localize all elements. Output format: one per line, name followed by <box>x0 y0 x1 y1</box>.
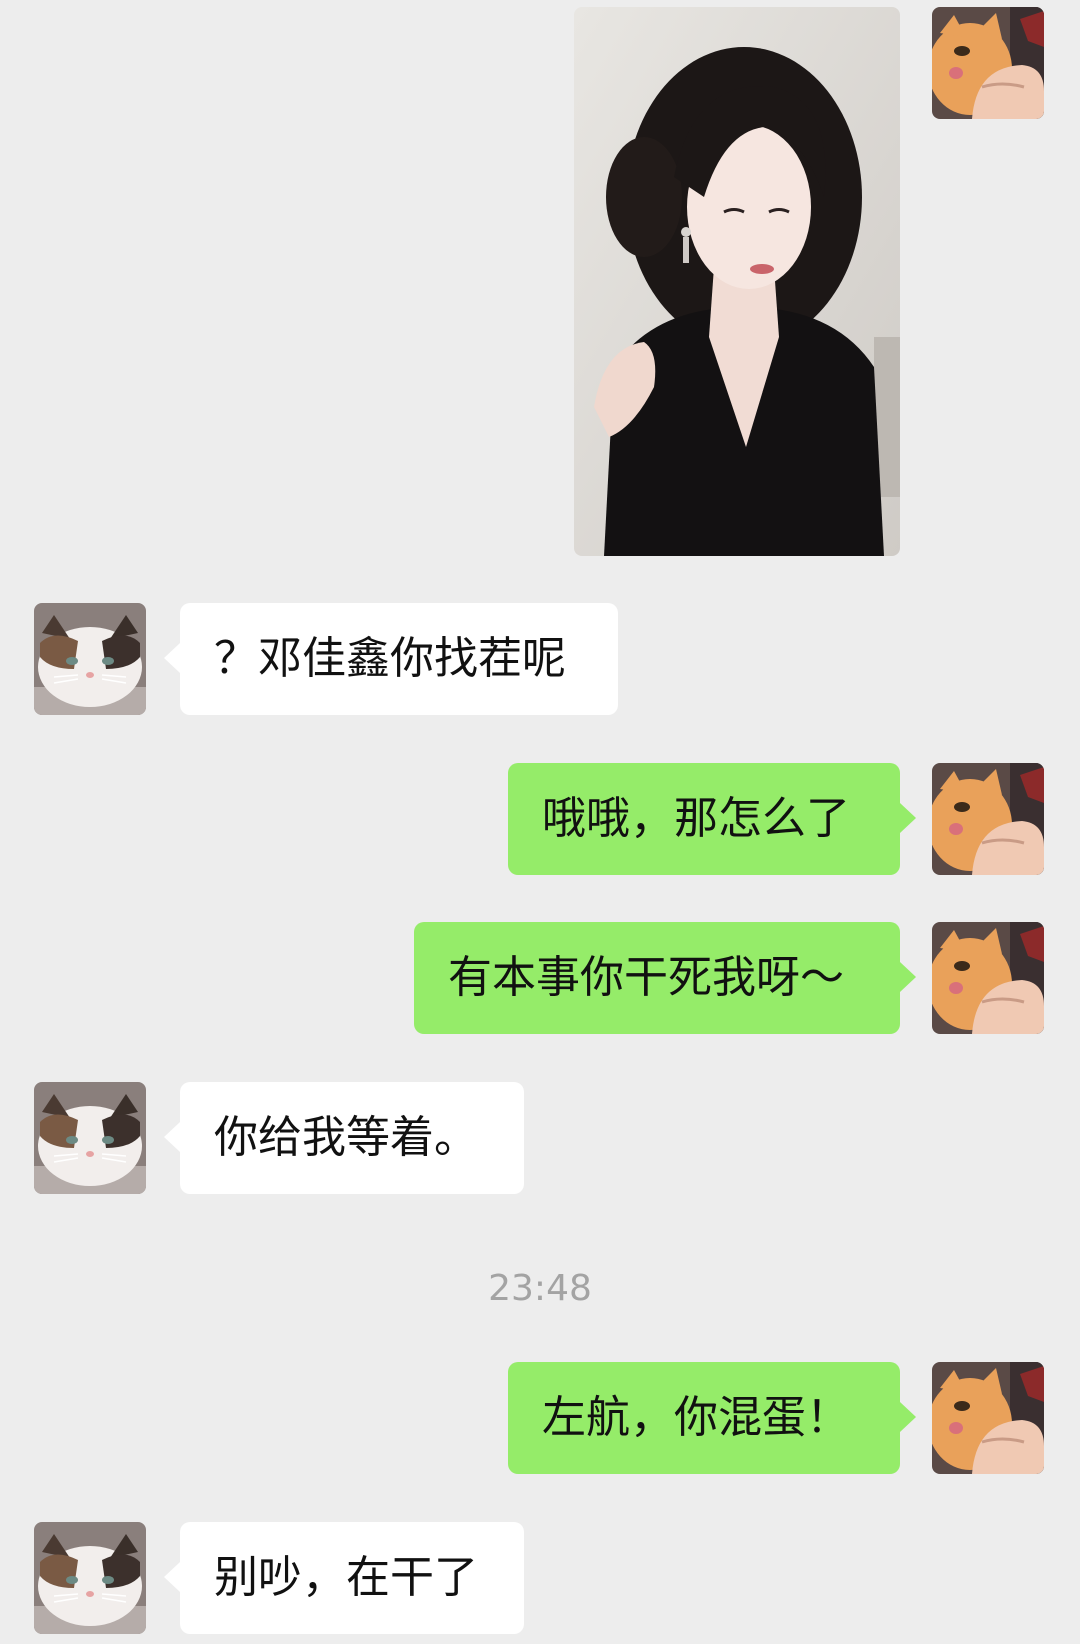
calico-cat-icon <box>34 1082 146 1194</box>
incoming-message-bubble[interactable]: ？邓佳鑫你找茬呢 <box>164 603 618 715</box>
message-text: 别吵，在干了 <box>214 1552 478 1603</box>
message-text: 有本事你干死我呀～ <box>448 952 844 1003</box>
incoming-message-bubble[interactable]: 别吵，在干了 <box>164 1522 524 1634</box>
self-avatar[interactable] <box>932 763 1044 875</box>
message-text: 哦哦，那怎么了 <box>542 793 850 844</box>
self-avatar[interactable] <box>932 922 1044 1034</box>
message-text: ？邓佳鑫你找茬呢 <box>214 633 566 684</box>
calico-cat-icon <box>34 1522 146 1634</box>
outgoing-message-bubble[interactable]: 左航，你混蛋！ <box>508 1362 916 1474</box>
portrait-photo-icon <box>574 7 900 556</box>
message-text: 你给我等着。 <box>214 1112 478 1163</box>
orange-cat-icon <box>932 1362 1044 1474</box>
calico-cat-icon <box>34 603 146 715</box>
message-text: 左航，你混蛋！ <box>542 1392 850 1443</box>
outgoing-message-bubble[interactable]: 哦哦，那怎么了 <box>508 763 916 875</box>
contact-avatar[interactable] <box>34 603 146 715</box>
contact-avatar[interactable] <box>34 1082 146 1194</box>
self-avatar[interactable] <box>932 1362 1044 1474</box>
contact-avatar[interactable] <box>34 1522 146 1634</box>
photo-message[interactable] <box>574 7 900 556</box>
orange-cat-icon <box>932 763 1044 875</box>
incoming-message-bubble[interactable]: 你给我等着。 <box>164 1082 524 1194</box>
orange-cat-icon <box>932 922 1044 1034</box>
orange-cat-icon <box>932 7 1044 119</box>
message-timestamp: 23:48 <box>488 1268 592 1309</box>
outgoing-message-bubble[interactable]: 有本事你干死我呀～ <box>414 922 916 1034</box>
self-avatar[interactable] <box>932 7 1044 119</box>
